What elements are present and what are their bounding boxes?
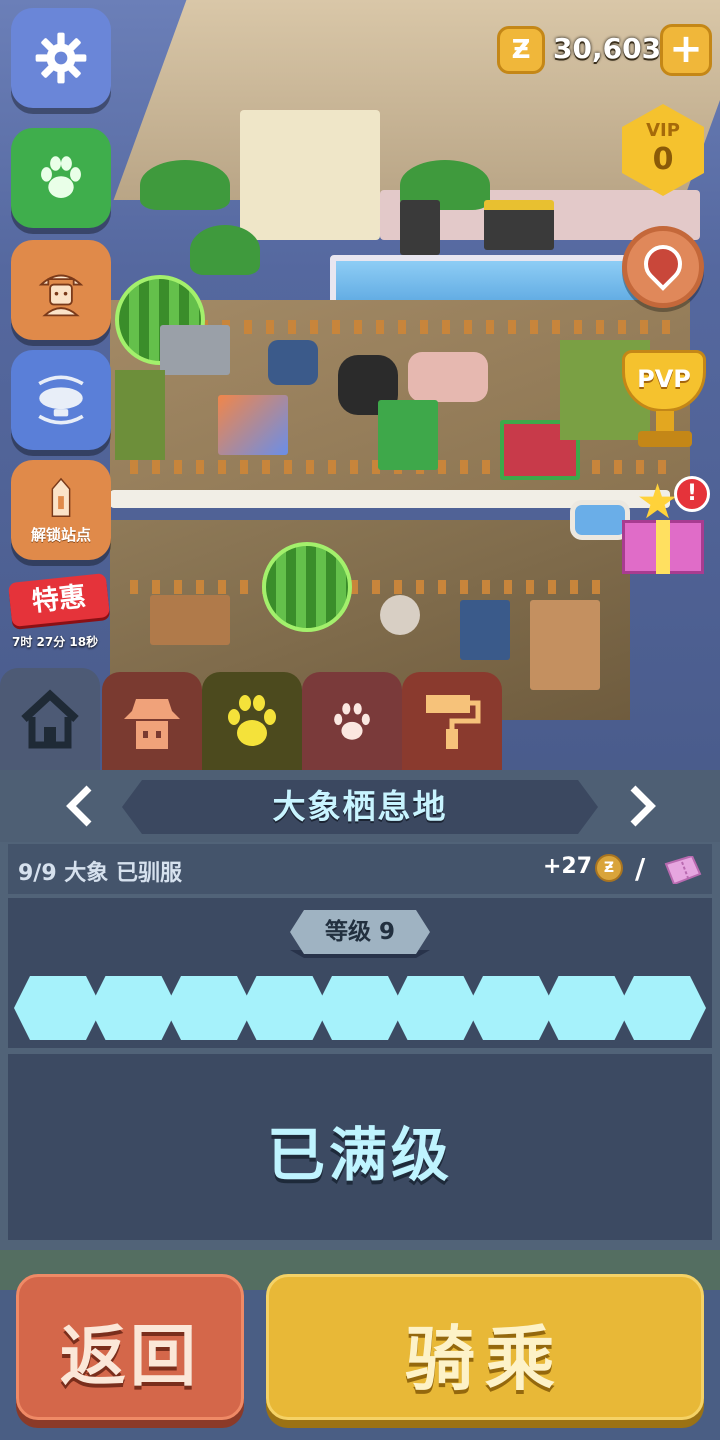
vip-badge[interactable]: VIP 0 (622, 104, 704, 196)
coin-icon: Ƶ (595, 854, 623, 882)
income-amount: +27 (543, 854, 593, 879)
paw-small-icon (334, 703, 370, 740)
vip-label: VIP (646, 120, 680, 141)
ride-button[interactable]: 骑乘 (266, 1274, 704, 1420)
crate-stack (150, 595, 230, 645)
max-level-label: 已满级 (266, 1121, 453, 1189)
fence-row (200, 320, 680, 334)
unlock-station-label: 解锁站点 (30, 525, 91, 544)
progress-segment (90, 976, 178, 1040)
airship-icon (38, 375, 84, 425)
watermelon-house (262, 542, 352, 632)
palm-tree (190, 225, 260, 275)
previous-habitat-button[interactable] (58, 780, 102, 832)
progress-segment (241, 976, 329, 1040)
progress-segment (543, 976, 631, 1040)
elephant[interactable] (408, 352, 488, 402)
notification-alert-icon: ! (674, 476, 710, 512)
grass-patch (115, 370, 165, 460)
special-offer-button[interactable]: 特惠 7时 27分 18秒 (0, 570, 111, 660)
map-pin-icon (636, 237, 690, 291)
zookeeper-icon (38, 274, 84, 317)
paw-icon (228, 695, 276, 746)
add-currency-button[interactable]: + (660, 24, 712, 76)
separator: / (635, 852, 646, 885)
unlock-station-button[interactable]: 解锁站点 (11, 460, 111, 560)
chevron-right-icon (630, 785, 656, 827)
animal-small[interactable] (380, 595, 420, 635)
ticket-icon (664, 856, 702, 884)
elephant[interactable] (378, 400, 438, 470)
pvp-button[interactable]: PVP (612, 345, 716, 455)
level-badge: 等级 9 (290, 910, 430, 954)
settings-button[interactable] (11, 8, 111, 108)
elephant[interactable] (400, 200, 440, 255)
progress-segment (14, 976, 102, 1040)
elephant[interactable] (268, 340, 318, 385)
elephant[interactable] (484, 200, 554, 250)
tab-zookeeper[interactable] (102, 672, 202, 770)
chevron-left-icon (66, 785, 92, 827)
back-button-label: 返回 (60, 1318, 200, 1395)
gear-icon (35, 32, 87, 84)
special-offer-label: 特惠 (7, 572, 111, 628)
animal-catalog-button[interactable] (11, 128, 111, 228)
back-button[interactable]: 返回 (16, 1274, 244, 1420)
progress-segment (165, 976, 253, 1040)
progress-segment (316, 976, 404, 1040)
gazebo (240, 110, 380, 240)
footer-bar: 返回 骑乘 (0, 1250, 720, 1440)
zookeeper-button[interactable] (11, 240, 111, 340)
max-level-section: 已满级 (8, 1054, 712, 1240)
unlock-station-icon (51, 477, 71, 517)
currency-amount: 30,603 (553, 32, 662, 65)
fence-row (130, 580, 610, 594)
vip-level: 0 (652, 142, 674, 177)
progress-segment (618, 976, 706, 1040)
pvp-label: PVP (637, 365, 691, 393)
transport-button[interactable] (11, 350, 111, 450)
tab-home[interactable] (0, 668, 100, 770)
elephant[interactable] (160, 325, 230, 375)
next-habitat-button[interactable] (620, 780, 664, 832)
tab-decoration[interactable] (402, 672, 502, 770)
map-location-button[interactable] (622, 226, 704, 308)
tab-animals[interactable] (202, 672, 302, 770)
gift-ribbon (656, 520, 670, 574)
tab-habitat[interactable] (302, 672, 402, 770)
elephant[interactable] (218, 395, 288, 455)
habitat-name: 大象栖息地 (122, 780, 598, 834)
progress-segment (392, 976, 480, 1040)
offer-countdown: 7时 27分 18秒 (12, 635, 99, 649)
trophy-stem (656, 411, 674, 433)
currency-display: Ƶ 30,603 + (497, 24, 712, 76)
progress-segment (467, 976, 555, 1040)
level-section: 等级 9 (8, 898, 712, 1048)
habitat-info-row: 9/9 大象 已驯服 +27 Ƶ / (8, 844, 712, 894)
ride-button-label: 骑乘 (405, 1318, 565, 1400)
home-icon (21, 689, 79, 749)
zookeeper-icon (124, 699, 180, 749)
trophy-base (638, 431, 692, 447)
level-progress-bar (14, 976, 706, 1040)
gift-button[interactable]: ★ ! (620, 476, 710, 576)
palm-tree (140, 160, 230, 210)
tamed-count: 9/9 大象 已驯服 (18, 861, 182, 886)
category-tabs (0, 668, 720, 770)
paint-roller-icon (426, 695, 481, 749)
star-icon: ★ (636, 474, 680, 530)
paw-icon (41, 156, 81, 198)
zoo-coin-icon: Ƶ (497, 26, 545, 74)
animal-small[interactable] (460, 600, 510, 660)
habitat-panel: 大象栖息地 9/9 大象 已驯服 +27 Ƶ / 等级 9 已满级 (0, 770, 720, 1250)
habitat-title-bar: 大象栖息地 (0, 770, 720, 842)
